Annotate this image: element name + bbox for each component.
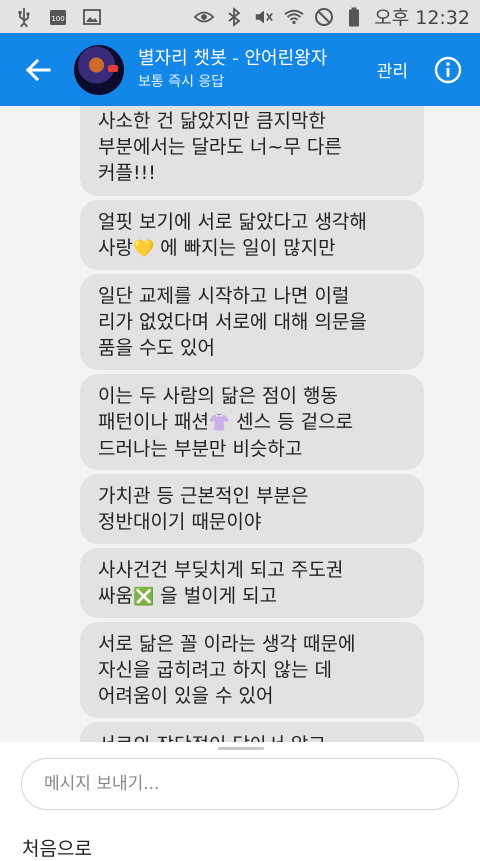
battery-icon xyxy=(344,7,364,27)
drag-handle[interactable] xyxy=(218,747,264,750)
message-bubble: 사소한 건 닮았지만 큼지막한 부분에서는 달라도 너~무 다른 커플!!! xyxy=(80,106,424,196)
blouse-emoji: 👚 xyxy=(208,412,231,433)
svg-text:100: 100 xyxy=(51,15,64,23)
mute-icon xyxy=(254,7,274,27)
message-text: 서로 닮은 꼴 이라는 생각 때문에 자신을 굽히려고 하지 않는 데 어려움이… xyxy=(98,633,356,707)
response-status: 보통 즉시 응답 xyxy=(138,73,225,90)
eye-icon xyxy=(194,7,215,27)
wifi-icon xyxy=(284,7,304,27)
message-text: 서로의 장단점이 닮아서 알고 xyxy=(98,732,326,742)
message-input[interactable] xyxy=(21,758,459,810)
message-text: 가치관 등 근본적인 부분은 정반대이기 때문이야 xyxy=(98,485,309,533)
message-bubble: 이는 두 사람의 닮은 점이 행동 패턴이나 패션👚 센스 등 겉으로 드러나는… xyxy=(80,374,424,470)
chat-header: 별자리 챗봇 - 안어린왕자 보통 즉시 응답 관리 xyxy=(0,33,480,106)
to-start-button[interactable]: 처음으로 xyxy=(22,834,92,861)
arrow-left-icon xyxy=(25,58,51,81)
message-text: 사사건건 부딪치게 되고 주도권 싸움❎ 을 벌이게 되고 xyxy=(98,558,344,607)
cross-mark-emoji: ❎ xyxy=(132,586,155,607)
status-bar: 100 오후 12:32 xyxy=(0,0,480,33)
battery-100-icon: 100 xyxy=(48,7,68,27)
message-bubble: 가치관 등 근본적인 부분은 정반대이기 때문이야 xyxy=(80,474,424,544)
usb-icon xyxy=(14,7,34,27)
chat-area[interactable]: 사소한 건 닮았지만 큼지막한 부분에서는 달라도 너~무 다른 커플!!! 얼… xyxy=(0,106,480,742)
message-text: 얼핏 보기에 서로 닮았다고 생각해 사랑💛 에 빠지는 일이 많지만 xyxy=(98,210,367,259)
status-time: 오후 12:32 xyxy=(374,7,470,29)
message-bubble: 서로의 장단점이 닮아서 알고 xyxy=(80,722,424,742)
message-bubble: 일단 교제를 시작하고 나면 이럴 리가 없었다며 서로에 대해 의문을 품을 … xyxy=(80,274,424,370)
message-text: 이는 두 사람의 닮은 점이 행동 패턴이나 패션👚 센스 등 겉으로 드러나는… xyxy=(98,384,354,460)
chat-title: 별자리 챗봇 - 안어린왕자 xyxy=(138,47,328,69)
back-button[interactable] xyxy=(24,56,52,84)
message-bubble: 얼핏 보기에 서로 닮았다고 생각해 사랑💛 에 빠지는 일이 많지만 xyxy=(80,200,424,270)
message-text: 사소한 건 닮았지만 큼지막한 부분에서는 달라도 너~무 다른 커플!!! xyxy=(98,110,342,184)
no-disturb-icon xyxy=(314,7,334,27)
bot-avatar[interactable] xyxy=(74,44,124,95)
yellow-heart-emoji: 💛 xyxy=(132,238,155,259)
manage-button[interactable]: 관리 xyxy=(377,57,408,82)
message-text: 일단 교제를 시작하고 나면 이럴 리가 없었다며 서로에 대해 의문을 품을 … xyxy=(98,285,367,359)
info-icon[interactable] xyxy=(434,56,462,84)
message-bubble: 사사건건 부딪치게 되고 주도권 싸움❎ 을 벌이게 되고 xyxy=(80,548,424,618)
message-bubble: 서로 닮은 꼴 이라는 생각 때문에 자신을 굽히려고 하지 않는 데 어려움이… xyxy=(80,622,424,718)
composer: 처음으로 xyxy=(0,742,480,860)
avatar-badge xyxy=(108,64,118,72)
header-titles: 별자리 챗봇 - 안어린왕자 보통 즉시 응답 xyxy=(138,48,327,92)
image-icon xyxy=(82,7,102,27)
bluetooth-icon xyxy=(224,6,244,27)
